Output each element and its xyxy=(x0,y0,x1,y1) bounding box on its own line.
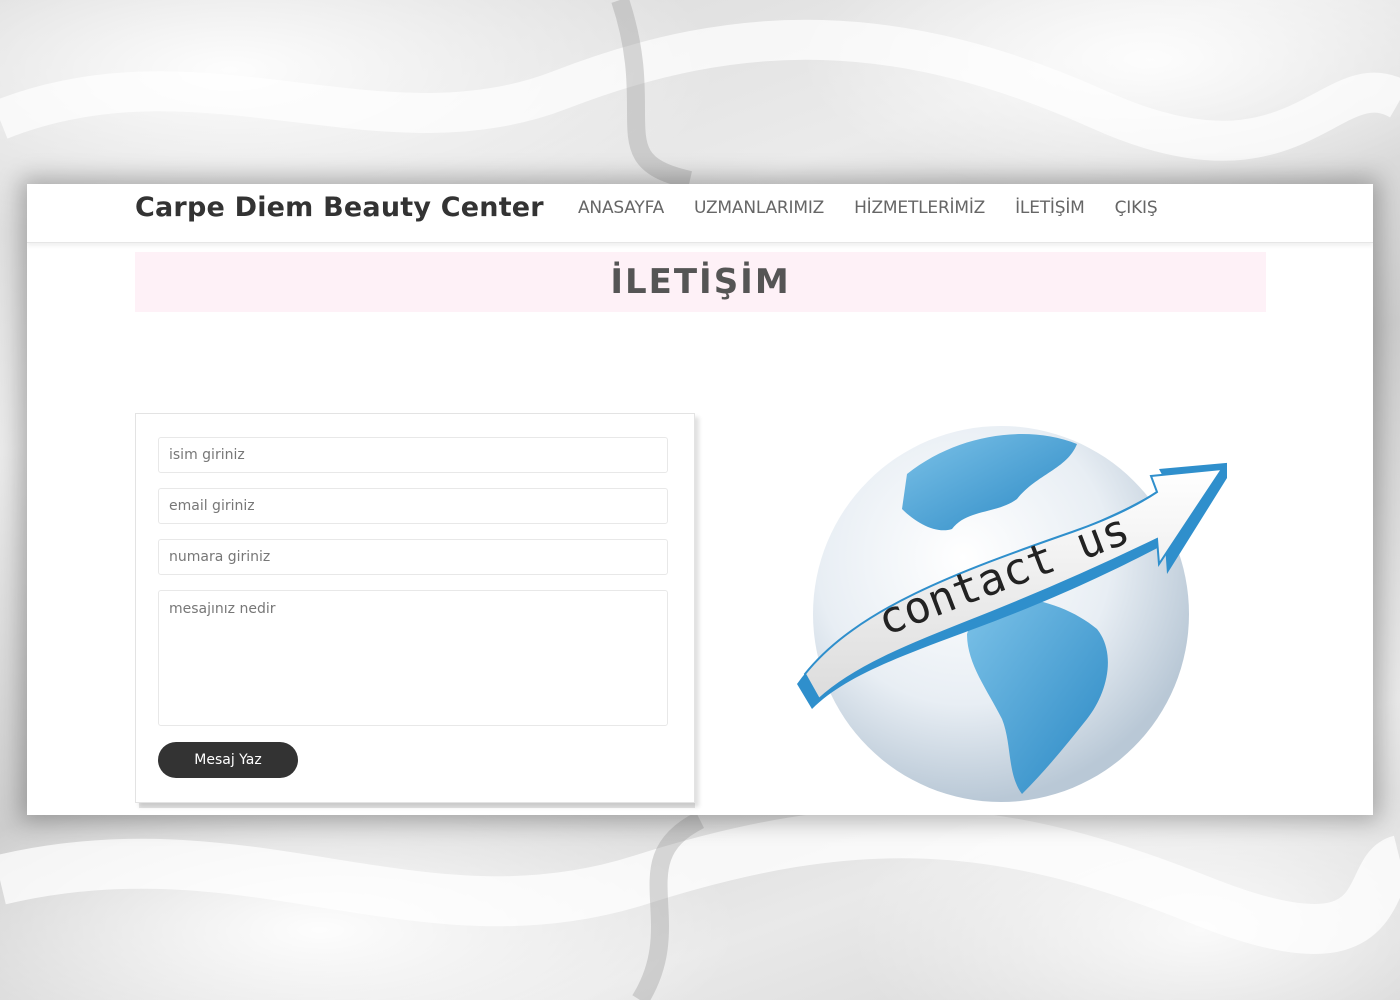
contact-form: Mesaj Yaz xyxy=(135,413,695,803)
navbar: Carpe Diem Beauty Center ANASAYFA UZMANL… xyxy=(27,184,1373,243)
message-textarea[interactable] xyxy=(158,590,668,726)
email-input[interactable] xyxy=(158,488,668,524)
nav-links: ANASAYFA UZMANLARIMIZ HİZMETLERİMİZ İLET… xyxy=(578,198,1187,218)
phone-input[interactable] xyxy=(158,539,668,575)
browser-window: Carpe Diem Beauty Center ANASAYFA UZMANL… xyxy=(27,184,1373,815)
send-message-button[interactable]: Mesaj Yaz xyxy=(158,742,298,778)
nav-link-anasayfa[interactable]: ANASAYFA xyxy=(578,198,664,218)
nav-link-iletisim[interactable]: İLETİŞİM xyxy=(1015,198,1085,218)
globe-arrow-icon: contact us xyxy=(797,426,1227,802)
brand-logo[interactable]: Carpe Diem Beauty Center xyxy=(135,192,544,223)
nav-link-hizmetlerimiz[interactable]: HİZMETLERİMİZ xyxy=(854,198,985,218)
name-input[interactable] xyxy=(158,437,668,473)
nav-link-uzmanlarimiz[interactable]: UZMANLARIMIZ xyxy=(694,198,824,218)
page-title-bar: İLETİŞİM xyxy=(135,252,1266,312)
page-title: İLETİŞİM xyxy=(610,262,791,302)
nav-link-cikis[interactable]: ÇIKIŞ xyxy=(1115,198,1158,218)
